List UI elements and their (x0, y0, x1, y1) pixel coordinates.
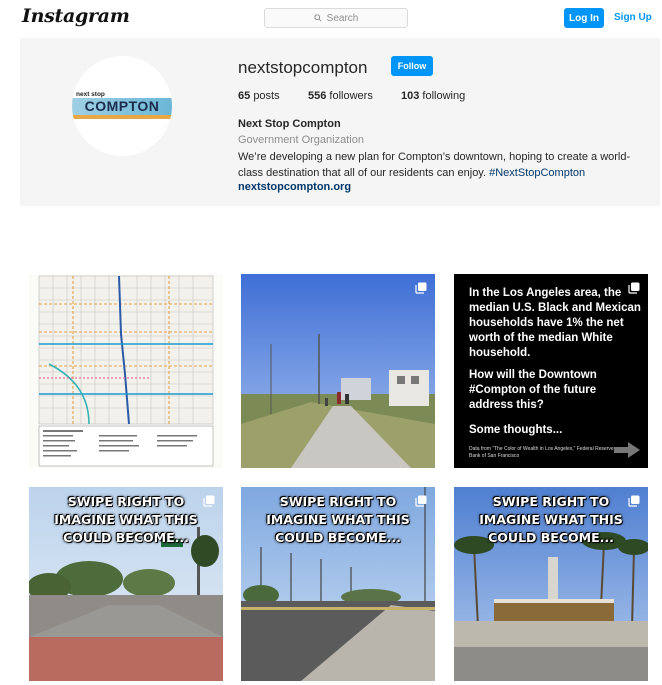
caption-line-3: COULD BECOME... (275, 530, 401, 545)
post-tile-swipe-2[interactable]: SWIPE RIGHT TO IMAGINE WHAT THIS COULD B… (241, 487, 435, 681)
profile-bio: We’re developing a new plan for Compton’… (238, 149, 638, 181)
top-nav-bar: Instagram Search Log In Sign Up (0, 0, 662, 36)
login-button[interactable]: Log In (564, 8, 604, 28)
caption-line-2: IMAGINE WHAT THIS (479, 512, 623, 527)
posts-count-value: 65 (238, 90, 251, 102)
follow-button[interactable]: Follow (391, 56, 433, 76)
arrow-right-icon (614, 442, 640, 458)
profile-header: next stop COMPTON nextstopcompton Follow… (20, 38, 660, 206)
followers-count-label: followers (329, 90, 373, 102)
caption-line-1: SWIPE RIGHT TO (492, 494, 610, 509)
signup-link[interactable]: Sign Up (614, 12, 652, 23)
post-card-question: How will the Downtown #Compton of the fu… (469, 369, 597, 411)
caption-line-2: IMAGINE WHAT THIS (54, 512, 198, 527)
caption-line-2: IMAGINE WHAT THIS (266, 512, 410, 527)
posts-count-label: posts (253, 90, 280, 102)
post-caption-overlay: SWIPE RIGHT TO IMAGINE WHAT THIS COULD B… (29, 493, 223, 547)
post-tile-swipe-1[interactable]: SWIPE RIGHT TO IMAGINE WHAT THIS COULD B… (29, 487, 223, 681)
search-input[interactable]: Search (264, 8, 408, 28)
posts-count: 65 posts (238, 90, 280, 102)
post-tile-path-photo[interactable] (241, 274, 435, 468)
profile-full-name: Next Stop Compton (238, 118, 341, 130)
profile-username: nextstopcompton (238, 58, 368, 77)
avatar[interactable]: next stop COMPTON (72, 56, 172, 156)
bio-hashtag-link[interactable]: #NextStopCompton (489, 167, 585, 179)
profile-website-link[interactable]: nextstopcompton.org (238, 181, 351, 193)
post-card-source: Data from “The Color of Wealth in Los An… (469, 446, 614, 459)
instagram-logo[interactable]: Instagram (22, 5, 130, 27)
following-count-value: 103 (401, 90, 420, 102)
following-count-label: following (422, 90, 466, 102)
post-caption-overlay: SWIPE RIGHT TO IMAGINE WHAT THIS COULD B… (454, 493, 648, 547)
followers-count[interactable]: 556 followers (308, 90, 373, 102)
post-tile-swipe-3[interactable]: SWIPE RIGHT TO IMAGINE WHAT THIS COULD B… (454, 487, 648, 681)
street-path-photo (241, 274, 435, 468)
caption-line-1: SWIPE RIGHT TO (279, 494, 397, 509)
multiple-posts-icon (415, 495, 427, 507)
caption-line-3: COULD BECOME... (488, 530, 614, 545)
multiple-posts-icon (628, 495, 640, 507)
post-tile-map[interactable] (29, 274, 223, 468)
post-card-statement: In the Los Angeles area, the median U.S.… (469, 287, 641, 359)
caption-line-3: COULD BECOME... (63, 530, 189, 545)
followers-count-value: 556 (308, 90, 327, 102)
search-placeholder: Search (326, 12, 359, 24)
following-count[interactable]: 103 following (401, 90, 465, 102)
avatar-logo-small-text: next stop (76, 91, 105, 98)
transit-map-image (29, 274, 223, 468)
multiple-posts-icon (415, 282, 427, 294)
post-tile-text-card[interactable]: In the Los Angeles area, the median U.S.… (454, 274, 648, 468)
avatar-band-accent (72, 115, 172, 119)
post-caption-overlay: SWIPE RIGHT TO IMAGINE WHAT THIS COULD B… (241, 493, 435, 547)
caption-line-1: SWIPE RIGHT TO (67, 494, 185, 509)
multiple-posts-icon (628, 282, 640, 294)
avatar-logo-text: COMPTON (84, 98, 160, 114)
search-icon (313, 14, 322, 22)
post-card-thoughts: Some thoughts... (469, 424, 563, 436)
profile-category: Government Organization (238, 134, 364, 146)
multiple-posts-icon (203, 495, 215, 507)
